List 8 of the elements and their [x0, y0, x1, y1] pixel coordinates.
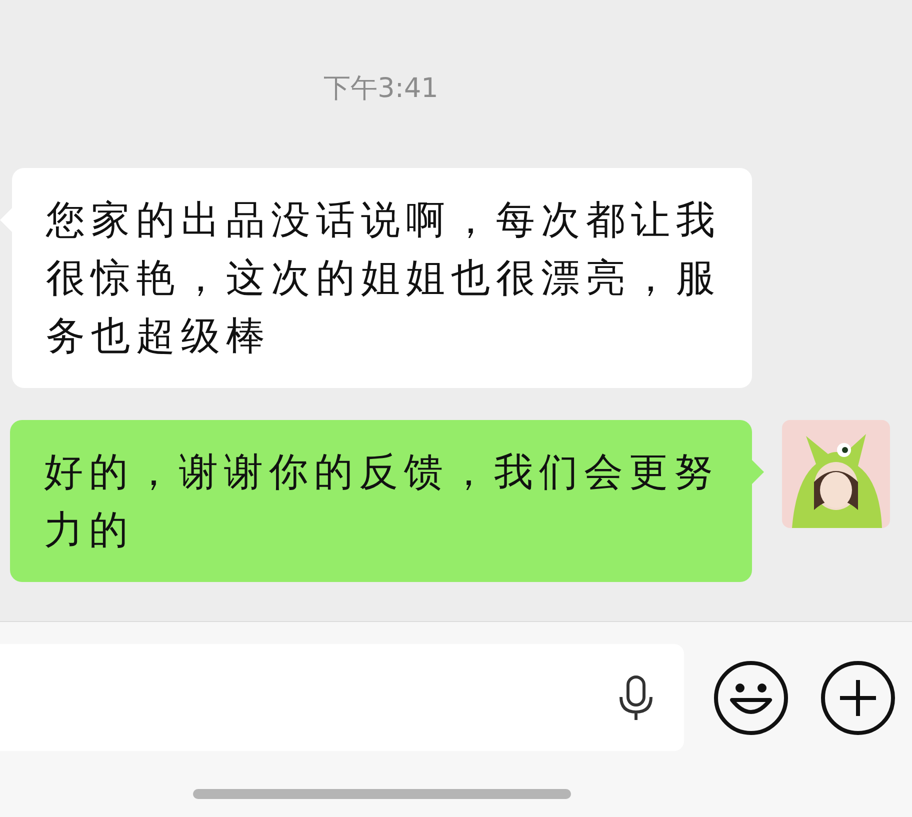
emoji-icon[interactable]: [713, 660, 789, 736]
message-input[interactable]: [0, 644, 684, 751]
message-bubble: 您家的出品没话说啊，每次都让我很惊艳，这次的姐姐也很漂亮，服务也超级棒: [12, 168, 752, 388]
avatar[interactable]: [782, 420, 890, 528]
message-bubble: 好的，谢谢你的反馈，我们会更努力的: [10, 420, 752, 582]
plus-icon[interactable]: [820, 660, 896, 736]
timestamp: 下午3:41: [324, 72, 438, 106]
bubble-tail: [752, 460, 764, 484]
